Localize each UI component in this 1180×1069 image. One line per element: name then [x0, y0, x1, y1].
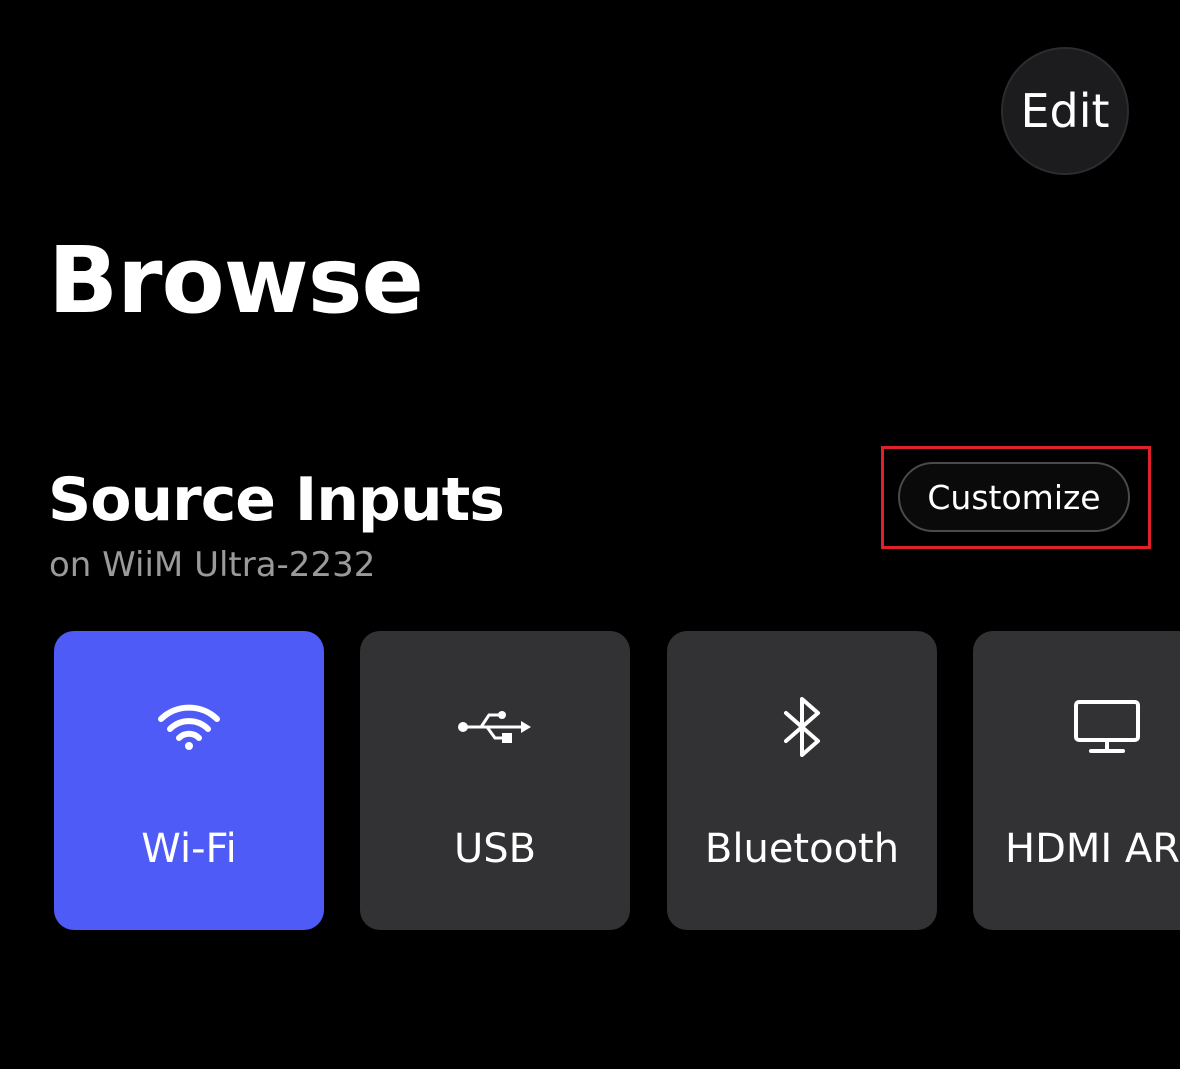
source-input-list: Wi-Fi USB Bluetooth HDMI AR — [54, 631, 1180, 930]
wifi-icon — [54, 695, 324, 759]
page-title: Browse — [48, 227, 424, 334]
source-tile-hdmi-arc[interactable]: HDMI ARC — [973, 631, 1180, 930]
usb-icon — [360, 695, 630, 759]
bluetooth-icon — [667, 695, 937, 759]
source-tile-bluetooth[interactable]: Bluetooth — [667, 631, 937, 930]
monitor-icon — [973, 695, 1180, 759]
edit-button[interactable]: Edit — [1001, 47, 1129, 175]
source-tile-label: Bluetooth — [704, 826, 900, 872]
source-tile-label: USB — [453, 826, 537, 872]
source-tile-wifi[interactable]: Wi-Fi — [54, 631, 324, 930]
source-tile-label: HDMI ARC — [1005, 826, 1180, 872]
section-title: Source Inputs — [48, 465, 505, 535]
customize-highlight-box — [881, 446, 1151, 549]
section-subtitle: on WiiM Ultra-2232 — [49, 545, 376, 585]
source-tile-usb[interactable]: USB — [360, 631, 630, 930]
source-tile-label: Wi-Fi — [141, 826, 237, 872]
